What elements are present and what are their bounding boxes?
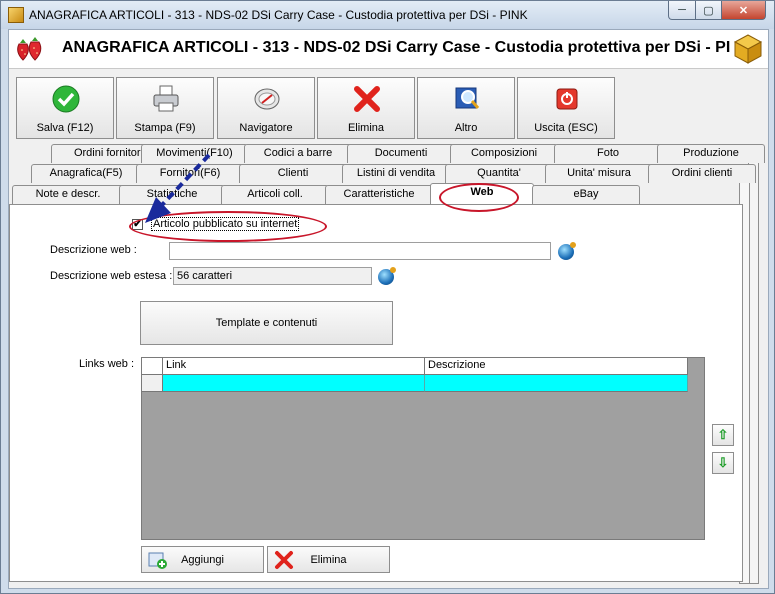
exit-button-label: Uscita (ESC) [534, 122, 598, 134]
tab-ebay[interactable]: eBay [532, 185, 640, 204]
maximize-button[interactable]: ▢ [695, 1, 722, 20]
check-icon [52, 85, 80, 113]
title-bar: ANAGRAFICA ARTICOLI - 313 - NDS-02 DSi C… [1, 1, 774, 29]
descrizione-web-field[interactable] [169, 242, 551, 260]
save-button-label: Salva (F12) [36, 122, 94, 134]
tab-articoli-coll[interactable]: Articoli coll. [221, 185, 329, 204]
other-button-label: Altro [454, 122, 478, 134]
close-button[interactable]: ✕ [721, 1, 766, 20]
tab-composizioni[interactable]: Composizioni [450, 144, 558, 163]
print-button[interactable]: Stampa (F9) [116, 77, 214, 139]
tab-strip: Ordini fornitori Movimenti(F10) Codici a… [9, 140, 768, 204]
delete-link-button[interactable]: Elimina [267, 546, 390, 573]
descrizione-estesa-field[interactable]: 56 caratteri [173, 267, 372, 285]
add-link-label: Aggiungi [181, 554, 224, 566]
tab-listini-di-vendita[interactable]: Listini di vendita [342, 164, 450, 183]
grid-row-selector[interactable] [142, 375, 163, 392]
move-up-button[interactable]: ⇧ [712, 424, 734, 446]
printer-icon [153, 85, 179, 112]
other-button[interactable]: Altro [417, 77, 515, 139]
compass-icon [254, 88, 280, 110]
navigator-button[interactable]: Navigatore [217, 77, 315, 139]
grid-header-descrizione[interactable]: Descrizione [425, 358, 688, 375]
grid-header-link[interactable]: Link [163, 358, 425, 375]
navigator-button-label: Navigatore [239, 122, 293, 134]
tab-anagrafica[interactable]: Anagrafica(F5) [31, 164, 141, 183]
minimize-button[interactable]: ─ [668, 1, 696, 20]
tab-codici-a-barre[interactable]: Codici a barre [244, 144, 352, 163]
descrizione-web-label: Descrizione web : [50, 244, 137, 256]
save-button[interactable]: Salva (F12) [16, 77, 114, 139]
application-window: ANAGRAFICA ARTICOLI - 313 - NDS-02 DSi C… [0, 0, 775, 594]
grid-corner [142, 358, 163, 375]
annotation-ellipse-web-tab [439, 183, 519, 212]
tab-note-e-descr[interactable]: Note e descr. [12, 185, 124, 204]
article-header: ANAGRAFICA ARTICOLI - 313 - NDS-02 DSi C… [9, 30, 768, 69]
delete-x-icon [354, 86, 380, 112]
move-down-button[interactable]: ⇩ [712, 452, 734, 474]
tab-documenti[interactable]: Documenti [347, 144, 455, 163]
search-book-icon [455, 87, 480, 109]
descrizione-estesa-label: Descrizione web estesa : [50, 270, 173, 282]
app-box-icon [8, 7, 24, 23]
delete-button-label: Elimina [347, 122, 385, 134]
package-icon [733, 34, 763, 64]
descrizione-web-globe-icon[interactable] [558, 242, 576, 260]
tab-clienti[interactable]: Clienti [239, 164, 347, 183]
tab-unita-misura[interactable]: Unita' misura [545, 164, 653, 183]
article-title: ANAGRAFICA ARTICOLI - 313 - NDS-02 DSi C… [62, 39, 731, 56]
links-web-label: Links web : [79, 358, 135, 370]
window-title: ANAGRAFICA ARTICOLI - 313 - NDS-02 DSi C… [29, 8, 528, 22]
delete-link-label: Elimina [310, 554, 347, 566]
template-contenuti-button[interactable]: Template e contenuti [140, 301, 393, 345]
grid-cell-descrizione[interactable] [425, 375, 688, 392]
descrizione-estesa-globe-icon[interactable] [378, 267, 396, 285]
tab-quantita[interactable]: Quantita' [445, 164, 553, 183]
exit-icon [556, 88, 578, 110]
grid-cell-link[interactable] [163, 375, 425, 392]
tab-produzione[interactable]: Produzione [657, 144, 765, 163]
print-button-label: Stampa (F9) [134, 122, 196, 134]
tab-caratteristiche[interactable]: Caratteristiche [325, 185, 433, 204]
tab-foto[interactable]: Foto [554, 144, 662, 163]
tab-ordini-clienti[interactable]: Ordini clienti [648, 164, 756, 183]
exit-button[interactable]: Uscita (ESC) [517, 77, 615, 139]
links-grid[interactable]: Link Descrizione [141, 357, 705, 540]
add-link-button[interactable]: Aggiungi [141, 546, 264, 573]
strawberry-icon [17, 37, 42, 61]
annotation-arrow-icon [145, 153, 211, 223]
main-toolbar: Salva (F12) Stampa (F9) Navigatore Elimi… [9, 70, 768, 142]
delete-button[interactable]: Elimina [317, 77, 415, 139]
